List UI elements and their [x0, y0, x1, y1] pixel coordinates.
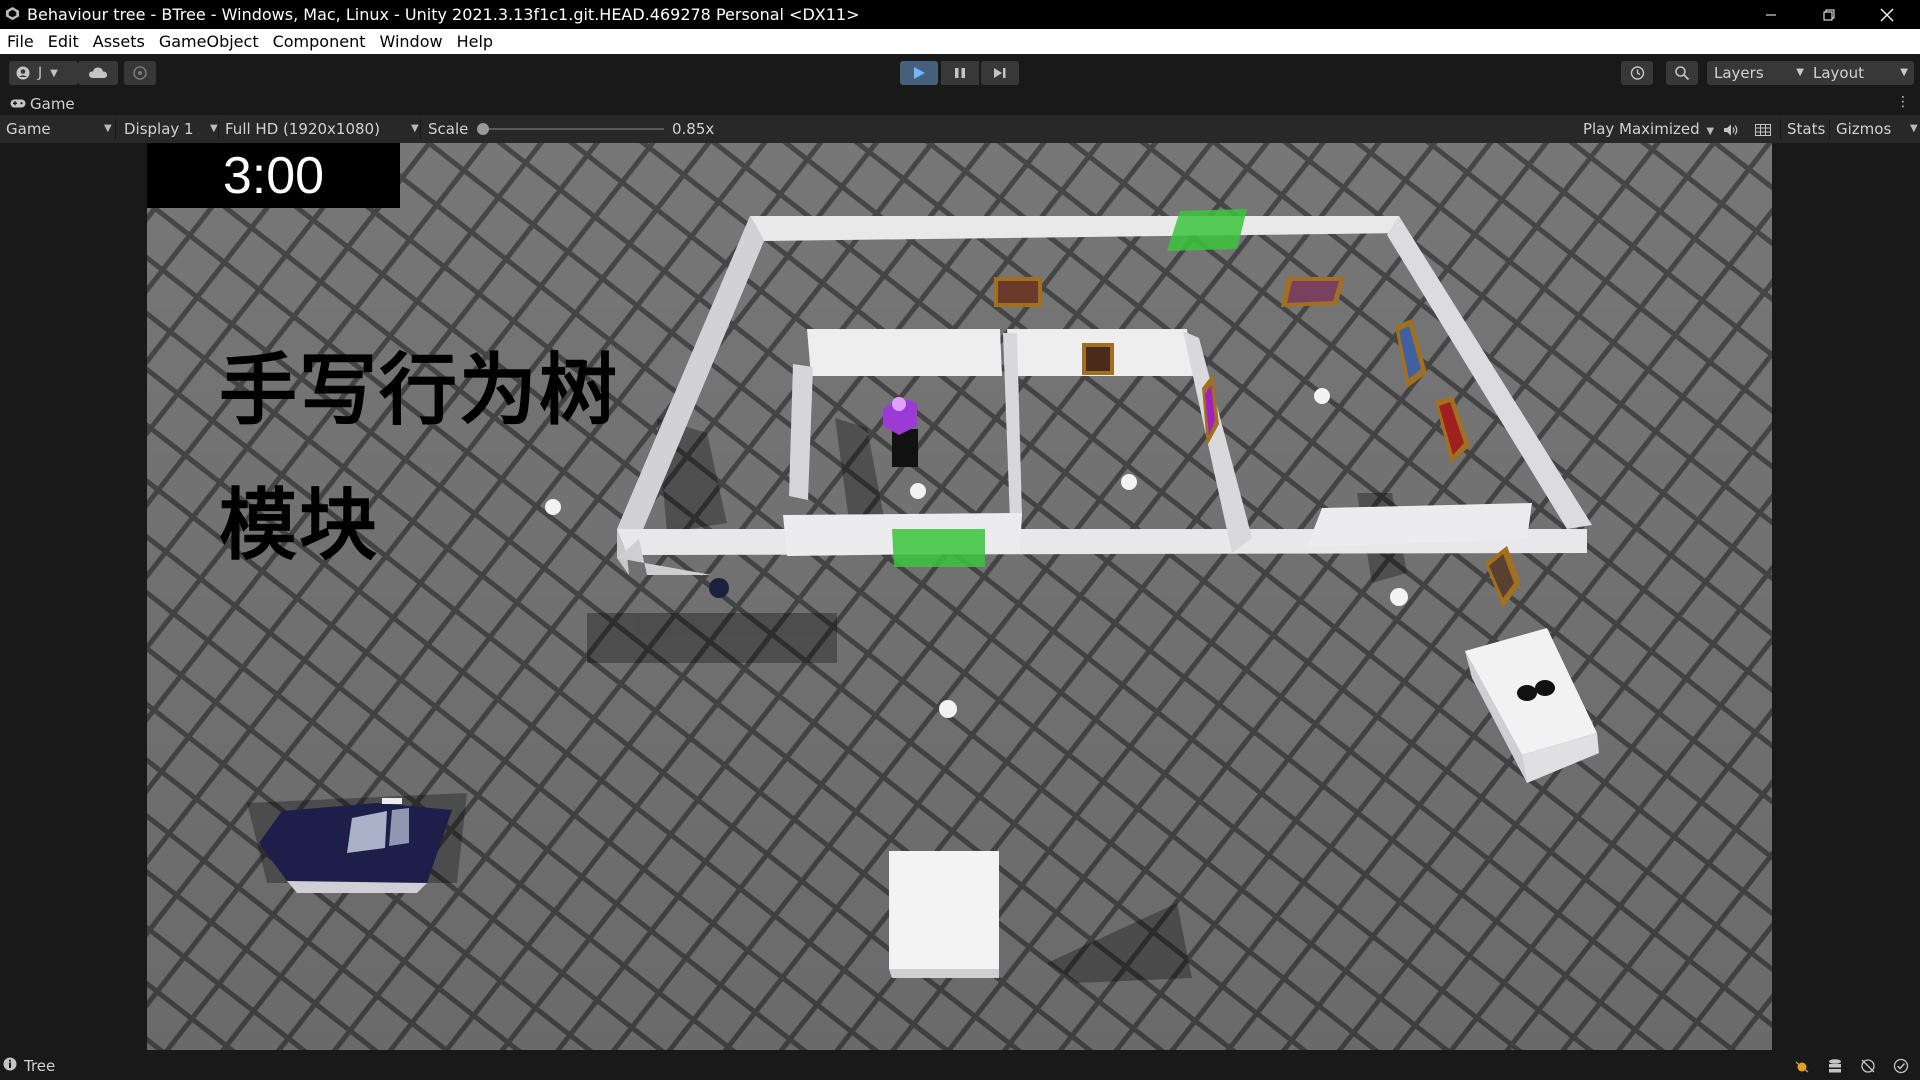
- step-icon: [994, 68, 1006, 78]
- cloud-button[interactable]: [78, 61, 118, 85]
- main-toolbar: J ▼ Layers ▼ Layout ▼: [0, 54, 1920, 92]
- menu-assets[interactable]: Assets: [86, 32, 152, 51]
- chevron-down-icon: ▼: [210, 123, 218, 134]
- scale-slider-track[interactable]: [482, 128, 664, 130]
- mute-audio-button[interactable]: [1723, 115, 1743, 143]
- play-icon: [914, 67, 925, 79]
- game-view-toolbar: Game ▼ Display 1 ▼ Full HD (1920x1080) ▼…: [0, 115, 1920, 143]
- account-dropdown[interactable]: J ▼: [9, 61, 78, 85]
- divider: [1780, 119, 1781, 139]
- menu-bar: File Edit Assets GameObject Component Wi…: [0, 29, 1920, 54]
- tab-game-label: Game: [30, 94, 75, 113]
- display-label: Display 1: [124, 120, 194, 138]
- cloud-icon: [89, 67, 107, 78]
- undo-history-button[interactable]: [1621, 61, 1653, 85]
- gizmos-label: Gizmos: [1836, 120, 1892, 138]
- police-car: [259, 798, 452, 893]
- play-button[interactable]: [900, 61, 938, 85]
- view-mode-dropdown[interactable]: Game ▼: [6, 115, 112, 143]
- window-title-bar: Behaviour tree - BTree - Windows, Mac, L…: [0, 0, 1920, 29]
- layers-label: Layers: [1714, 64, 1764, 82]
- account-label: J: [38, 65, 43, 81]
- search-icon: [1675, 66, 1690, 81]
- status-bar: Tree: [0, 1050, 1920, 1080]
- chevron-down-icon: ▼: [1910, 123, 1918, 134]
- status-text: Tree: [24, 1057, 56, 1075]
- display-dropdown[interactable]: Display 1 ▼: [124, 115, 220, 143]
- layout-dropdown[interactable]: Layout ▼: [1806, 61, 1914, 85]
- history-icon: [1630, 66, 1645, 80]
- more-options-icon[interactable]: ⋮: [1896, 94, 1910, 112]
- restore-icon: [1823, 9, 1835, 20]
- minimize-button[interactable]: [1742, 0, 1800, 29]
- close-button[interactable]: [1858, 0, 1916, 29]
- chevron-down-icon: ▼: [50, 67, 58, 79]
- debug-icon[interactable]: [1794, 1058, 1810, 1074]
- scale-value: 0.85x: [672, 120, 715, 138]
- white-box: [889, 851, 999, 978]
- search-button[interactable]: [1666, 61, 1698, 85]
- scale-label: Scale: [428, 120, 469, 138]
- view-mode-label: Game: [6, 120, 51, 138]
- green-zone-top: [1167, 209, 1247, 251]
- step-button[interactable]: [981, 61, 1019, 85]
- stats-button[interactable]: Stats: [1787, 115, 1825, 143]
- window-title: Behaviour tree - BTree - Windows, Mac, L…: [27, 5, 860, 24]
- game-tab-row: Game ⋮: [0, 92, 1920, 115]
- restore-button[interactable]: [1800, 0, 1858, 29]
- pause-icon: [955, 68, 965, 78]
- dark-ball: [709, 578, 729, 598]
- grid-icon: [1755, 123, 1771, 136]
- collab-icon: [133, 66, 147, 80]
- info-icon: [3, 1057, 17, 1071]
- menu-component[interactable]: Component: [266, 32, 373, 51]
- progress-check-icon[interactable]: [1893, 1058, 1909, 1074]
- scene-title-line2: 模块: [219, 481, 380, 571]
- scene-title-line1: 手写行为树: [219, 346, 620, 436]
- collab-button[interactable]: [124, 61, 156, 85]
- gizmos-dropdown[interactable]: Gizmos ▼: [1836, 115, 1918, 143]
- resolution-dropdown[interactable]: Full HD (1920x1080) ▼: [225, 115, 419, 143]
- divider: [420, 119, 421, 139]
- resolution-label: Full HD (1920x1080): [225, 120, 380, 138]
- cache-server-icon[interactable]: [1827, 1058, 1843, 1074]
- speaker-icon: [1724, 124, 1738, 135]
- play-mode-label: Play Maximized: [1583, 120, 1700, 138]
- gamepad-icon: [10, 99, 26, 108]
- menu-window[interactable]: Window: [372, 32, 449, 51]
- tab-game[interactable]: Game: [0, 92, 90, 115]
- green-zone-bottom: [892, 529, 985, 567]
- layers-dropdown[interactable]: Layers ▼: [1707, 61, 1810, 85]
- menu-edit[interactable]: Edit: [41, 32, 86, 51]
- unity-logo-icon: [5, 6, 20, 21]
- divider: [218, 119, 219, 139]
- account-icon: [16, 66, 30, 80]
- play-mode-dropdown[interactable]: Play Maximized ▼: [1583, 115, 1715, 143]
- divider: [115, 119, 116, 139]
- divider: [1829, 119, 1830, 139]
- menu-help[interactable]: Help: [450, 32, 500, 51]
- close-icon: [1880, 8, 1894, 21]
- auto-generate-lighting-icon[interactable]: [1860, 1058, 1876, 1074]
- chevron-down-icon: ▼: [411, 123, 419, 134]
- chevron-down-icon: ▼: [1796, 67, 1804, 78]
- chevron-down-icon: ▼: [1706, 126, 1715, 137]
- scale-slider-handle[interactable]: [477, 123, 489, 135]
- scene-render: [147, 143, 1772, 1050]
- countdown-timer: 3:00: [147, 143, 400, 208]
- minimize-icon: [1766, 14, 1776, 15]
- menu-gameobject[interactable]: GameObject: [152, 32, 266, 51]
- game-viewport[interactable]: 3:00 手写行为树 模块: [147, 143, 1772, 1050]
- shortcuts-button[interactable]: [1755, 115, 1775, 143]
- menu-file[interactable]: File: [0, 32, 41, 51]
- chevron-down-icon: ▼: [104, 123, 112, 134]
- layout-label: Layout: [1813, 64, 1864, 82]
- pause-button[interactable]: [941, 61, 979, 85]
- chevron-down-icon: ▼: [1900, 67, 1908, 78]
